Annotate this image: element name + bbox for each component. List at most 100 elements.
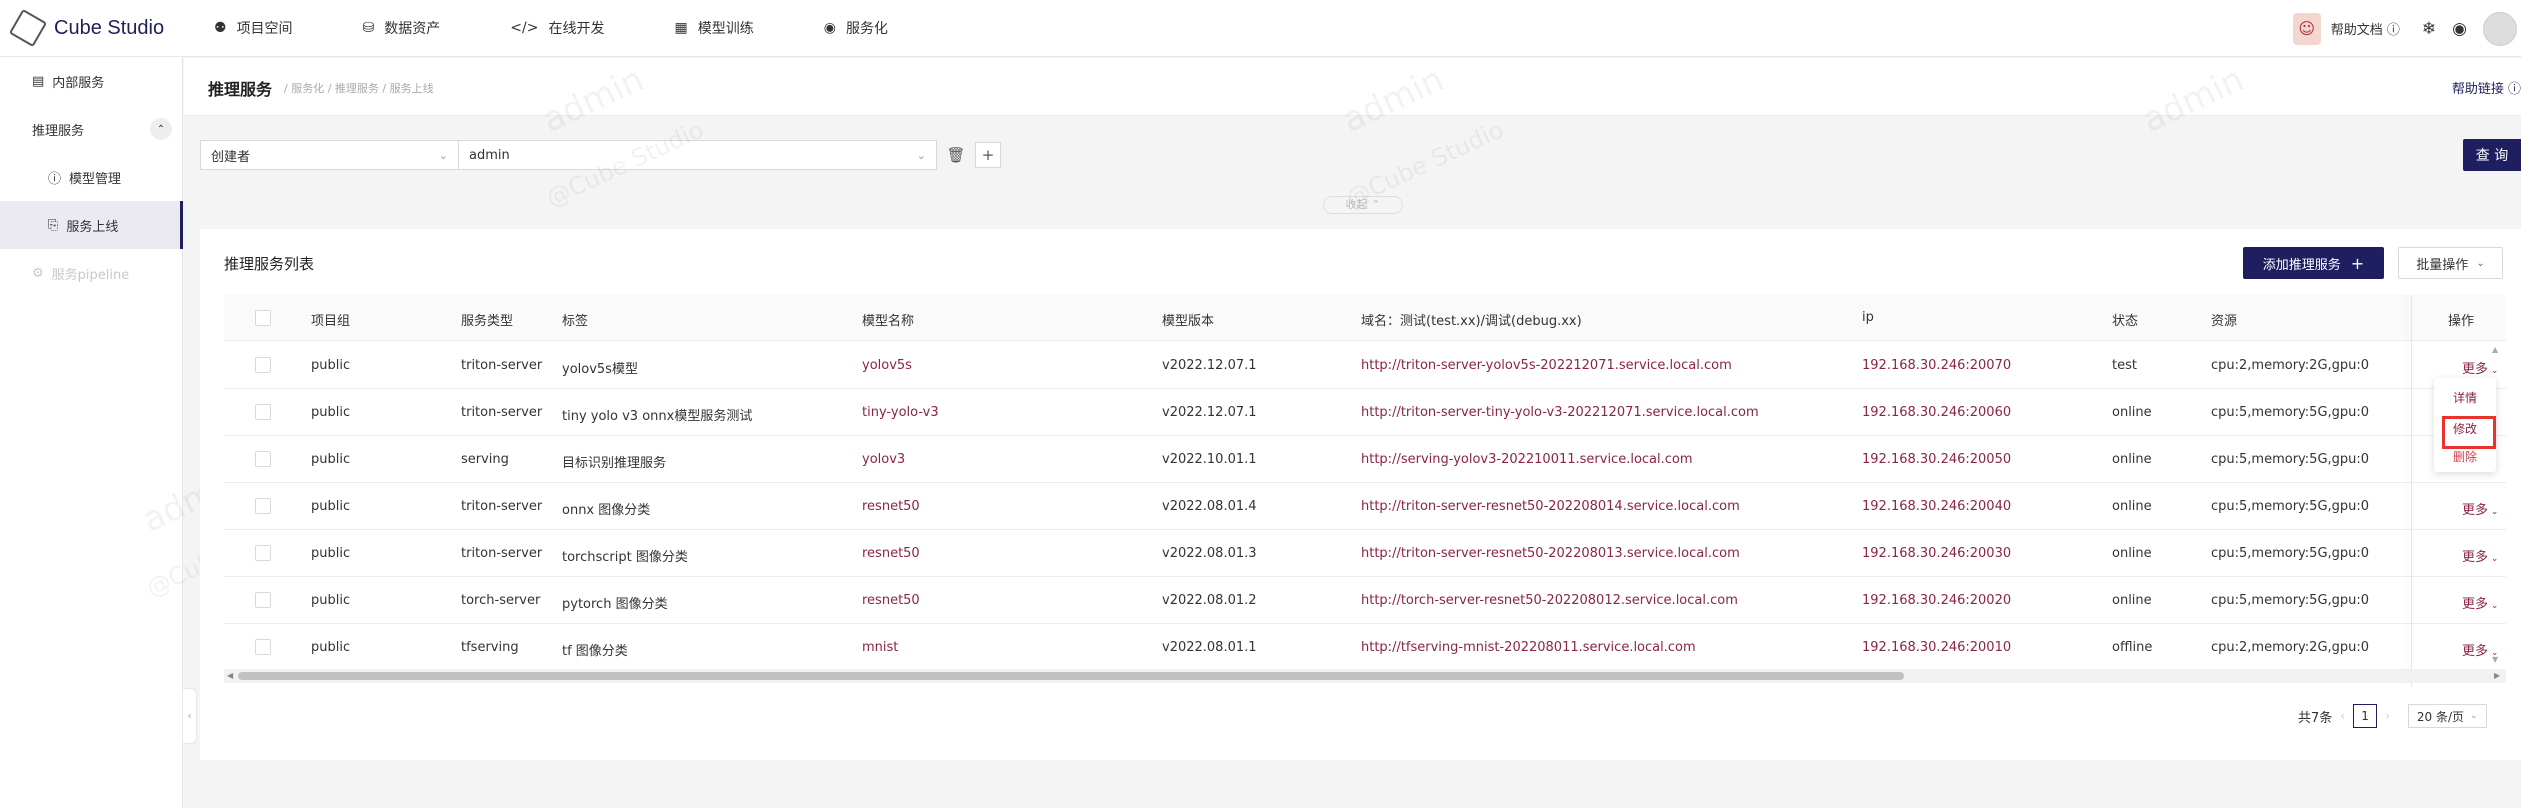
- cell-ip[interactable]: 192.168.30.246:20070: [1862, 358, 2011, 373]
- app-logo[interactable]: Cube Studio: [8, 8, 214, 48]
- cell-project: public: [311, 405, 351, 420]
- table-header: 项目组 服务类型 标签 模型名称 模型版本 域名：测试(test.xx)/调试(…: [224, 295, 2506, 341]
- nav-data-assets[interactable]: ⛁ 数据资产: [363, 18, 441, 38]
- cell-domain[interactable]: http://triton-server-yolov5s-202212071.s…: [1361, 358, 1732, 373]
- scroll-up-icon[interactable]: ▲: [2492, 345, 2498, 354]
- menu-item-detail[interactable]: 详情: [2434, 383, 2496, 411]
- column-header[interactable]: 模型版本: [1162, 310, 1214, 329]
- cube-logo-icon: [8, 8, 48, 48]
- column-header[interactable]: ip: [1862, 310, 1874, 325]
- sidebar-item-service-pipeline[interactable]: ⚙ 服务pipeline: [0, 249, 183, 297]
- top-header: Cube Studio ⚉ 项目空间 ⛁ 数据资产 </> 在线开发 ▦ 模型训练 ◉ 服…: [0, 0, 2521, 57]
- chevron-up-icon[interactable]: ⌃: [150, 118, 172, 140]
- fold-toggle[interactable]: 收起 ⌃: [1323, 196, 1403, 214]
- column-header[interactable]: 标签: [562, 310, 588, 329]
- row-checkbox[interactable]: [255, 545, 271, 561]
- cell-version: v2022.08.01.4: [1162, 499, 1257, 514]
- cell-ip[interactable]: 192.168.30.246:20060: [1862, 405, 2011, 420]
- cell-model[interactable]: resnet50: [862, 546, 920, 561]
- user-avatar[interactable]: [2483, 11, 2517, 46]
- batch-operation-button[interactable]: 批量操作 ⌄: [2398, 247, 2503, 279]
- cell-label: tiny yolo v3 onnx模型服务测试: [562, 409, 753, 424]
- page-size-select[interactable]: 20 条/页 ⌄: [2407, 704, 2487, 728]
- sidebar-item-service-deploy[interactable]: ⎘ 服务上线: [0, 201, 183, 249]
- cell-model[interactable]: yolov3: [862, 452, 905, 467]
- query-button[interactable]: 查 询: [2463, 139, 2521, 171]
- cell-model[interactable]: tiny-yolo-v3: [862, 405, 939, 420]
- cell-ip[interactable]: 192.168.30.246:20020: [1862, 593, 2011, 608]
- cell-domain[interactable]: http://triton-server-tiny-yolo-v3-202212…: [1361, 405, 1759, 420]
- cell-domain[interactable]: http://tfserving-mnist-202208011.service…: [1361, 640, 1696, 655]
- cell-ip[interactable]: 192.168.30.246:20010: [1862, 640, 2011, 655]
- nav-model-training[interactable]: ▦ 模型训练: [674, 18, 753, 38]
- cell-model[interactable]: resnet50: [862, 593, 920, 608]
- column-header[interactable]: 域名：测试(test.xx)/调试(debug.xx): [1361, 310, 1582, 329]
- cell-model[interactable]: resnet50: [862, 499, 920, 514]
- column-header[interactable]: 模型名称: [862, 310, 914, 329]
- cell-resource: cpu:2,memory:2G,gpu:0: [2211, 640, 2370, 655]
- more-label: 更多: [2462, 550, 2489, 565]
- help-link[interactable]: 帮助链接 ⓘ: [2452, 78, 2521, 97]
- column-header: 操作: [2448, 314, 2475, 329]
- column-header[interactable]: 状态: [2112, 310, 2138, 329]
- row-checkbox[interactable]: [255, 451, 271, 467]
- prev-page-icon[interactable]: ‹: [2340, 709, 2345, 723]
- cell-model[interactable]: yolov5s: [862, 358, 912, 373]
- nav-online-dev[interactable]: </> 在线开发: [510, 18, 604, 38]
- cell-domain[interactable]: http://serving-yolov3-202210011.service.…: [1361, 452, 1693, 467]
- page-number[interactable]: 1: [2353, 704, 2378, 728]
- add-filter-button[interactable]: +: [975, 142, 1001, 168]
- plus-icon: +: [981, 146, 995, 164]
- sidebar-collapse-tab[interactable]: ‹: [183, 688, 197, 744]
- column-header[interactable]: 项目组: [311, 310, 350, 329]
- scroll-down-icon[interactable]: ▼: [2492, 655, 2498, 664]
- table-row: public triton-server torchscript 图像分类 resne…: [224, 530, 2506, 577]
- team-icon: ⚉: [214, 20, 227, 36]
- help-doc-label: 帮助文档: [2330, 23, 2383, 38]
- filter-value-select[interactable]: admin ⌄: [459, 140, 937, 170]
- sidebar-item-inference[interactable]: 推理服务 ⌃: [0, 105, 183, 153]
- header-right: ☺ 帮助文档 ⓘ ❄ ◉: [2292, 0, 2521, 57]
- cell-domain[interactable]: http://triton-server-resnet50-202208013.…: [1361, 546, 1740, 561]
- delete-filter-button[interactable]: 🗑: [943, 142, 969, 168]
- cell-ip[interactable]: 192.168.30.246:20050: [1862, 452, 2011, 467]
- sidebar: ▤ 内部服务 推理服务 ⌃ ⓘ 模型管理 ⎘ 服务上线 ⚙ 服务pipeline: [0, 57, 183, 808]
- add-inference-service-button[interactable]: 添加推理服务 +: [2243, 247, 2384, 279]
- column-header[interactable]: 资源: [2211, 310, 2237, 329]
- wechat-icon[interactable]: ❄: [2422, 19, 2436, 39]
- cell-version: v2022.08.01.2: [1162, 593, 1257, 608]
- row-checkbox[interactable]: [255, 404, 271, 420]
- sidebar-item-internal-service[interactable]: ▤ 内部服务: [0, 57, 183, 105]
- github-icon[interactable]: ◉: [2452, 19, 2467, 39]
- cell-ip[interactable]: 192.168.30.246:20030: [1862, 546, 2011, 561]
- sidebar-item-model-manage[interactable]: ⓘ 模型管理: [0, 153, 183, 201]
- nav-project-space[interactable]: ⚉ 项目空间: [214, 18, 293, 38]
- horizontal-scrollbar[interactable]: ◀ ▶: [224, 669, 2506, 683]
- cell-ip[interactable]: 192.168.30.246:20040: [1862, 499, 2011, 514]
- cell-label: tf 图像分类: [562, 644, 628, 659]
- training-icon: ▦: [674, 20, 688, 36]
- nav-serving[interactable]: ◉ 服务化: [824, 18, 888, 38]
- scroll-right-icon[interactable]: ▶: [2494, 671, 2500, 680]
- column-header[interactable]: 服务类型: [461, 310, 513, 329]
- cell-domain[interactable]: http://triton-server-resnet50-202208014.…: [1361, 499, 1740, 514]
- row-checkbox[interactable]: [255, 639, 271, 655]
- table-row: public triton-server yolov5s模型 yolov5s v2022…: [224, 342, 2506, 389]
- row-checkbox[interactable]: [255, 498, 271, 514]
- mascot-icon: ☺: [2292, 12, 2321, 45]
- sidebar-item-label: 推理服务: [32, 123, 85, 139]
- cell-resource: cpu:5,memory:5G,gpu:0: [2211, 405, 2370, 420]
- filter-field-select[interactable]: 创建者 ⌄: [200, 140, 459, 170]
- row-checkbox[interactable]: [255, 592, 271, 608]
- scroll-thumb[interactable]: [238, 672, 1904, 680]
- page-header: 推理服务 / 服务化 / 推理服务 / 服务上线 帮助链接 ⓘ: [184, 58, 2521, 116]
- cell-type: torch-server: [461, 593, 541, 608]
- next-page-icon[interactable]: ›: [2385, 709, 2390, 723]
- select-all-checkbox[interactable]: [255, 310, 271, 326]
- cell-model[interactable]: mnist: [862, 640, 898, 655]
- total-count: 共7条: [2298, 710, 2333, 726]
- row-checkbox[interactable]: [255, 357, 271, 373]
- help-doc-link[interactable]: 帮助文档 ⓘ: [2331, 19, 2400, 38]
- scroll-left-icon[interactable]: ◀: [227, 671, 233, 680]
- cell-domain[interactable]: http://torch-server-resnet50-202208012.s…: [1361, 593, 1738, 608]
